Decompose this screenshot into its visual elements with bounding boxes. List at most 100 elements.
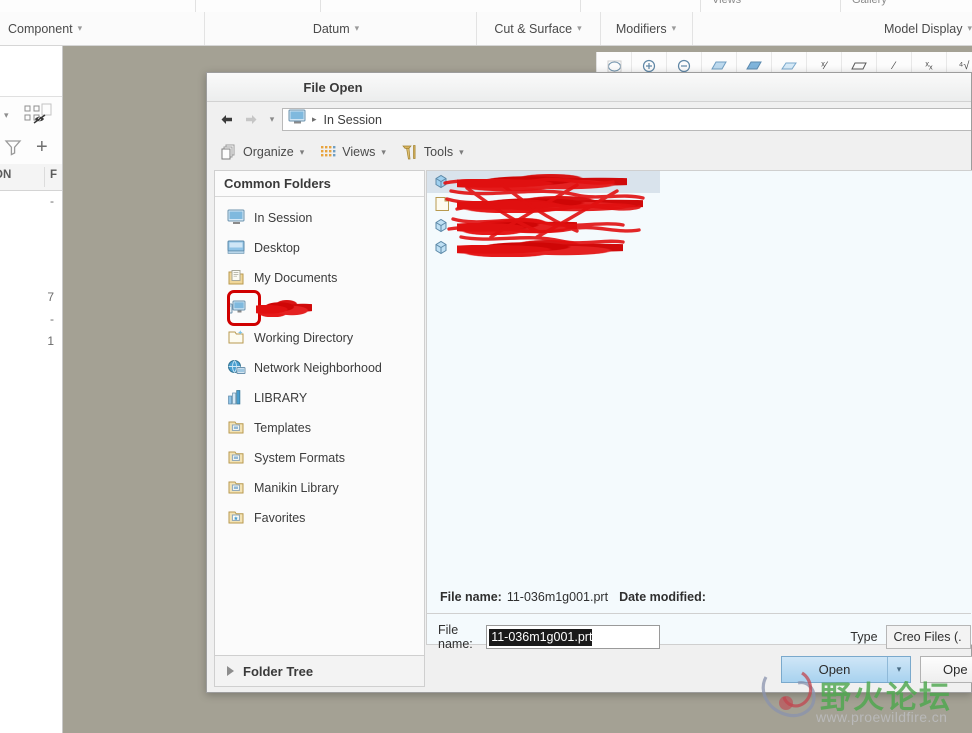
forward-button[interactable] — [240, 108, 263, 131]
open-button-label: Open — [818, 662, 851, 677]
address-bar[interactable]: ▾ ▸ In Session — [215, 106, 971, 133]
back-button[interactable] — [215, 108, 238, 131]
model-tree-toolbar-lower[interactable]: + — [0, 131, 62, 165]
open-split-chevron-icon[interactable]: ▾ — [887, 657, 910, 682]
file-type-value: Creo Files (. — [893, 630, 962, 644]
favorites-star-icon — [227, 509, 247, 527]
sidebar-item-working-directory[interactable]: Working Directory — [215, 323, 424, 353]
open-secondary-button[interactable]: Ope — [920, 656, 972, 683]
info-file-name-value: 11-036m1g001.prt — [506, 590, 609, 604]
chevron-down-icon: ▾ — [77, 23, 83, 33]
sidebar-item-label: Desktop — [254, 241, 300, 255]
sidebar-item-my-documents[interactable]: My Documents — [215, 263, 424, 293]
model-tree-panel[interactable]: ▾ + ON F — [0, 46, 63, 733]
add-icon[interactable]: + — [36, 137, 48, 157]
list-item[interactable] — [427, 171, 660, 193]
views-menu[interactable]: Views ▾ — [320, 144, 386, 161]
tools-menu[interactable]: Tools ▾ — [402, 144, 464, 161]
file-type-select[interactable]: Creo Files (. — [885, 625, 971, 649]
list-item[interactable] — [427, 215, 972, 237]
sidebar-item-label: System Formats — [254, 451, 345, 465]
organize-menu[interactable]: Organize ▾ — [221, 144, 304, 161]
redacted-label — [457, 173, 627, 191]
chevron-down-icon: ▾ — [299, 146, 305, 157]
chevron-down-icon[interactable]: ▾ — [4, 110, 9, 121]
sidebar-list[interactable]: In Session Desktop My Documents Working … — [215, 197, 424, 533]
ribbon-group-row: Component ▾ Datum ▾ Cut & Surface ▾ Modi… — [0, 12, 972, 46]
chevron-down-icon: ▾ — [381, 146, 386, 157]
filename-input[interactable]: 11-036m1g001.prt — [486, 625, 661, 649]
sidebar-item-label: Templates — [254, 421, 311, 435]
chevron-down-icon: ▾ — [671, 23, 677, 33]
sidebar-item-label: Working Directory — [254, 331, 354, 345]
dialog-titlebar[interactable]: File Open — [207, 73, 971, 102]
sidebar-item-redacted[interactable] — [215, 290, 424, 326]
tools-hammer-icon — [402, 144, 419, 161]
screen-root: Views Gallery Component ▾ Datum ▾ Cut & … — [0, 0, 972, 733]
ribbon-upper-views[interactable]: Views — [712, 0, 741, 6]
sidebar-item-in-session[interactable]: In Session — [215, 203, 424, 233]
sidebar-item-label: LIBRARY — [254, 391, 308, 405]
model-tree-rows[interactable]: - 7 - 1 — [0, 190, 62, 490]
sidebar-item-label: In Session — [254, 211, 313, 225]
file-info-bar: File name: 11-036m1g001.prt Date modifie… — [426, 582, 971, 612]
filename-row: File name: 11-036m1g001.prt Type Creo Fi… — [426, 622, 971, 652]
list-item[interactable] — [427, 237, 972, 259]
sidebar-item-label: Network Neighborhood — [254, 361, 382, 375]
working-directory-icon — [227, 329, 247, 347]
list-item[interactable] — [427, 193, 972, 215]
folder-tree-toggle[interactable]: Folder Tree — [214, 656, 425, 687]
breadcrumb[interactable]: In Session — [324, 113, 382, 127]
manikin-folder-icon — [227, 479, 247, 497]
ribbon-group-model-display[interactable]: Model Display ▾ — [692, 12, 972, 45]
breadcrumb-separator-icon: ▸ — [312, 114, 317, 124]
dialog-toolbar[interactable]: Organize ▾ Views ▾ Tools ▾ — [221, 139, 971, 165]
file-open-dialog[interactable]: File Open ▾ ▸ In Session Organize ▾ View… — [206, 72, 972, 693]
sidebar-item-label: My Documents — [254, 271, 338, 285]
show-hide-items-icon[interactable] — [24, 102, 54, 131]
model-tree-toolbar-upper[interactable]: ▾ — [0, 96, 62, 133]
file-list[interactable] — [426, 170, 972, 645]
open-secondary-label: Ope — [943, 662, 968, 677]
sidebar-item-library[interactable]: LIBRARY — [215, 383, 424, 413]
open-button[interactable]: Open ▾ — [781, 656, 911, 683]
table-row[interactable]: 7 — [47, 290, 54, 304]
ribbon-group-component[interactable]: Component ▾ — [0, 12, 205, 45]
system-formats-folder-icon — [227, 449, 247, 467]
monitor-icon — [227, 209, 247, 227]
ribbon-group-modifiers-label: Modifiers — [615, 21, 667, 36]
ribbon-group-datum[interactable]: Datum ▾ — [196, 12, 477, 45]
history-dropdown-button[interactable]: ▾ — [265, 109, 279, 130]
desktop-icon — [227, 239, 247, 257]
common-folders-sidebar[interactable]: Common Folders In Session Desktop My Doc… — [214, 170, 425, 656]
ribbon-group-cut-surface[interactable]: Cut & Surface ▾ — [476, 12, 601, 45]
address-field[interactable]: ▸ In Session — [282, 108, 971, 131]
network-globe-icon — [227, 359, 247, 377]
type-label: Type — [850, 630, 878, 644]
sidebar-item-favorites[interactable]: Favorites — [215, 503, 424, 533]
model-tree-column-headers[interactable]: ON F — [0, 164, 62, 191]
filename-label: File name: — [438, 623, 473, 651]
model-tree-col-1: ON — [0, 169, 12, 181]
redacted-label — [457, 217, 577, 235]
sidebar-item-desktop[interactable]: Desktop — [215, 233, 424, 263]
sidebar-item-templates[interactable]: Templates — [215, 413, 424, 443]
triangle-right-icon — [227, 666, 234, 676]
table-row[interactable]: - — [50, 194, 54, 208]
table-row[interactable]: - — [50, 312, 54, 326]
sidebar-item-system-formats[interactable]: System Formats — [215, 443, 424, 473]
table-row[interactable]: 1 — [47, 334, 54, 348]
ribbon-group-modifiers[interactable]: Modifiers ▾ — [600, 12, 693, 45]
organize-menu-label: Organize — [243, 145, 294, 159]
filter-icon[interactable] — [4, 138, 22, 161]
info-file-name-label: File name: — [440, 590, 502, 604]
info-date-modified-label: Date modified: — [619, 590, 706, 604]
sidebar-item-manikin-library[interactable]: Manikin Library — [215, 473, 424, 503]
organize-stack-icon — [221, 144, 238, 161]
ribbon-upper-gallery[interactable]: Gallery — [852, 0, 887, 6]
redacted-label — [256, 299, 312, 317]
part-icon — [434, 240, 451, 256]
sidebar-item-network-neighborhood[interactable]: Network Neighborhood — [215, 353, 424, 383]
library-icon — [227, 389, 247, 407]
ribbon-group-component-label: Component — [8, 21, 73, 36]
